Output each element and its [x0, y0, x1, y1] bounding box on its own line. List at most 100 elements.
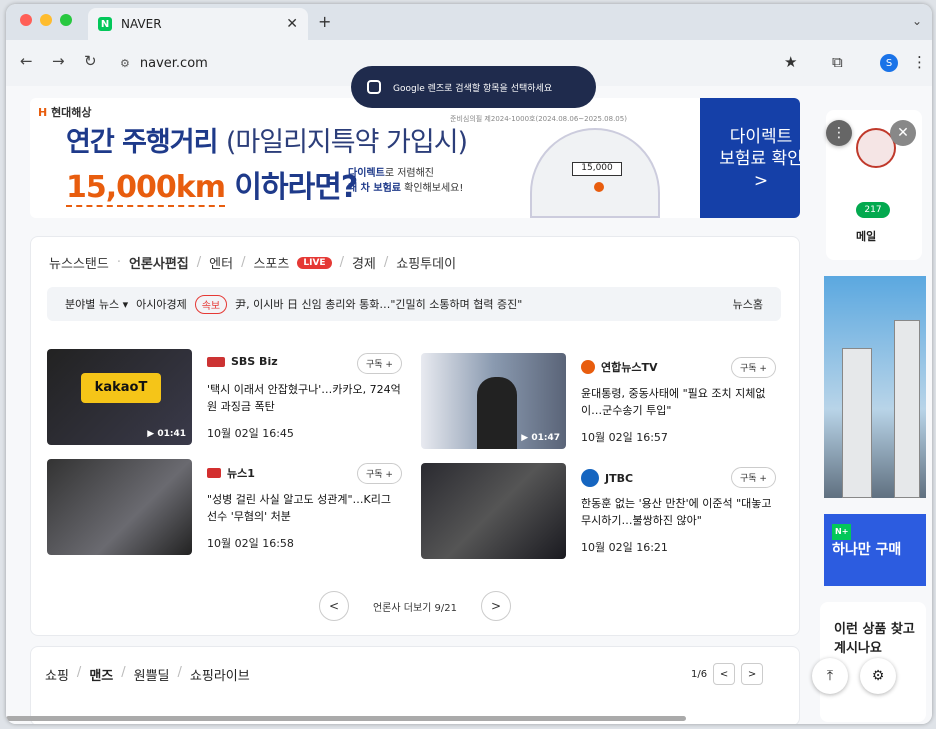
ad-subtext: 다이렉트로 저렴해진 내 차 보험료 확인해보세요!: [348, 168, 464, 194]
news-card[interactable]: JTBC 구독 + 한동훈 없는 '용산 만찬'에 이준석 "대놓고 무시하기……: [421, 463, 781, 563]
publisher-name[interactable]: 연합뉴스TV: [581, 359, 658, 375]
scroll-top-icon[interactable]: ⤒: [812, 658, 848, 694]
speaker-figure: [477, 377, 517, 449]
tab-bar: N NAVER ✕ + ⌄: [6, 4, 932, 40]
video-duration: ▶ 01:41: [147, 429, 186, 439]
tab-entertainment[interactable]: 엔터: [209, 253, 233, 272]
naver-plus-tag: N+: [832, 524, 852, 540]
tab-mens[interactable]: 맨즈: [89, 665, 113, 684]
publisher-logo-icon: [581, 360, 595, 374]
settings-gear-icon[interactable]: ⚙: [860, 658, 896, 694]
reload-icon[interactable]: ↻: [84, 52, 97, 70]
news-card[interactable]: ▶ 01:47 연합뉴스TV 구독 + 윤대통령, 중동사태에 "필요 조치 지…: [421, 353, 781, 453]
odometer-reading: 15,000: [572, 162, 622, 176]
tab-title: NAVER: [121, 17, 162, 31]
ad-cta-line1: 다이렉트: [729, 127, 793, 147]
building-illustration: [842, 348, 872, 498]
ad-cta-arrow: >: [753, 171, 769, 191]
minimize-window-button[interactable]: [40, 14, 52, 26]
tab-naver[interactable]: N NAVER ✕: [88, 8, 308, 40]
extensions-puzzle-icon[interactable]: ⧉: [832, 53, 843, 71]
news-thumbnail[interactable]: [421, 463, 566, 559]
ad-brand: H 현대해상: [38, 106, 92, 119]
category-dropdown[interactable]: 분야별 뉴스 ▾: [65, 296, 128, 312]
prev-page-button[interactable]: <: [318, 591, 349, 621]
more-options-icon[interactable]: ⋮: [826, 120, 852, 146]
news-timestamp: 10월 02일 16:21: [581, 541, 668, 554]
maximize-window-button[interactable]: [60, 14, 72, 26]
ad-cta-button[interactable]: 다이렉트 보험료 확인 >: [700, 98, 800, 218]
tab-sports[interactable]: 스포츠: [253, 253, 289, 272]
side-banner-ad[interactable]: N+ 하나만 구매: [824, 514, 926, 586]
lens-icon: [367, 80, 381, 94]
publisher-name[interactable]: SBS Biz: [207, 355, 278, 368]
next-page-button[interactable]: >: [481, 591, 511, 621]
banner-ad[interactable]: H 현대해상 준비심의필 제2024-1000호(2024.08.06~2025…: [30, 98, 800, 218]
news-home-link[interactable]: 뉴스홈: [733, 296, 763, 312]
news-card[interactable]: 뉴스1 구독 + "성병 걸린 사실 알고도 성관계"…K리그 선수 '무혐의'…: [47, 459, 407, 559]
subscribe-button[interactable]: 구독 +: [731, 467, 776, 488]
shopping-next-button[interactable]: >: [741, 663, 764, 685]
news-ticker: 분야별 뉴스 ▾ 아시아경제 속보 尹, 이시바 日 신임 총리와 통화…"긴밀…: [47, 287, 781, 321]
news-pager: < 언론사 더보기 9/21 >: [31, 591, 799, 621]
ad-headline-1: 연간 주행거리 (마일리지특약 가입시): [66, 127, 468, 158]
news-thumbnail[interactable]: [47, 459, 192, 555]
news-headline[interactable]: 윤대통령, 중동사태에 "필요 조치 지체없이…군수송기 투입": [581, 385, 776, 419]
subscribe-button[interactable]: 구독 +: [731, 357, 776, 378]
new-tab-button[interactable]: +: [318, 12, 331, 31]
shopping-tabs: 쇼핑 / 맨즈 / 원쁠딜 / 쇼핑라이브: [45, 665, 250, 684]
subscribe-button[interactable]: 구독 +: [357, 353, 402, 374]
ad-cta-line2: 보험료 확인: [719, 149, 800, 169]
tab-one-plus-deal[interactable]: 원쁠딜: [134, 665, 170, 684]
building-illustration: [894, 320, 920, 498]
back-arrow-icon[interactable]: ←: [20, 52, 33, 70]
news-headline[interactable]: "성병 걸린 사실 알고도 성관계"…K리그 선수 '무혐의' 처분: [207, 491, 402, 525]
video-thumbnail[interactable]: ▶ 01:47: [421, 353, 566, 449]
ticker-source[interactable]: 아시아경제: [136, 296, 187, 312]
side-apartment-ad[interactable]: [824, 276, 926, 498]
close-window-button[interactable]: [20, 14, 32, 26]
publisher-logo-icon: [581, 469, 599, 487]
horizontal-scrollbar[interactable]: [6, 716, 686, 721]
live-badge[interactable]: LIVE: [297, 256, 332, 269]
tab-shopping[interactable]: 쇼핑: [45, 665, 69, 684]
kakao-taxi-sign: kakaoT: [81, 373, 161, 403]
gauge-needle: [594, 182, 604, 192]
tab-newsstand[interactable]: 뉴스스탠드: [49, 253, 109, 272]
publisher-name[interactable]: 뉴스1: [207, 465, 255, 481]
tab-search-chevron-icon[interactable]: ⌄: [912, 14, 922, 28]
forward-arrow-icon[interactable]: →: [52, 52, 65, 70]
tab-close-icon[interactable]: ✕: [286, 16, 298, 32]
speedometer-illustration: 15,000: [530, 128, 660, 218]
shopping-panel: 쇼핑 / 맨즈 / 원쁠딜 / 쇼핑라이브 1/6 < >: [30, 646, 800, 724]
news-tabs: 뉴스스탠드 · 언론사편집 / 엔터 / 스포츠 LIVE / 경제 / 쇼핑투데이: [49, 253, 457, 272]
publisher-name[interactable]: JTBC: [581, 469, 633, 487]
subscribe-button[interactable]: 구독 +: [357, 463, 402, 484]
shopping-page-indicator: 1/6: [691, 668, 708, 680]
breaking-badge: 속보: [194, 294, 228, 314]
tab-economy[interactable]: 경제: [352, 253, 376, 272]
shopping-pager: 1/6 < >: [691, 663, 764, 685]
news-headline[interactable]: 한동훈 없는 '용산 만찬'에 이준석 "대놓고 무시하기…불쌍하진 않아": [581, 495, 776, 529]
news-timestamp: 10월 02일 16:57: [581, 431, 668, 444]
ticker-headline[interactable]: 尹, 이시바 日 신임 총리와 통화…"긴밀히 소통하며 협력 증진": [235, 296, 522, 312]
bookmark-star-icon[interactable]: ★: [784, 53, 797, 71]
mail-label[interactable]: 메일: [856, 228, 876, 244]
tab-press-edit[interactable]: 언론사편집: [129, 253, 189, 272]
publisher-logo-icon: [207, 468, 221, 478]
video-duration: ▶ 01:47: [521, 433, 560, 443]
site-info-icon[interactable]: ⚙: [120, 57, 130, 70]
menu-kebab-icon[interactable]: ⋮: [912, 53, 927, 71]
mail-count-badge: 217: [856, 202, 890, 218]
video-thumbnail[interactable]: kakaoT ▶ 01:41: [47, 349, 192, 445]
ad-disclaimer: 준비심의필 제2024-1000호(2024.08.06~2025.08.05): [450, 115, 627, 123]
google-lens-prompt[interactable]: Google 렌즈로 검색할 항목을 선택하세요: [351, 66, 596, 108]
profile-avatar[interactable]: S: [880, 54, 898, 72]
news-headline[interactable]: '택시 이래서 안잡혔구나'…카카오, 724억원 과징금 폭탄: [207, 381, 402, 415]
close-icon[interactable]: ✕: [890, 120, 916, 146]
news-card[interactable]: kakaoT ▶ 01:41 SBS Biz 구독 + '택시 이래서 안잡혔구…: [47, 349, 407, 449]
browser-window: N NAVER ✕ + ⌄ ← → ↻ ⚙ naver.com ★ ⧉ S ⋮ …: [6, 4, 932, 724]
tab-shopping-live[interactable]: 쇼핑라이브: [190, 665, 250, 684]
tab-shopping-today[interactable]: 쇼핑투데이: [396, 253, 456, 272]
shopping-prev-button[interactable]: <: [713, 663, 736, 685]
